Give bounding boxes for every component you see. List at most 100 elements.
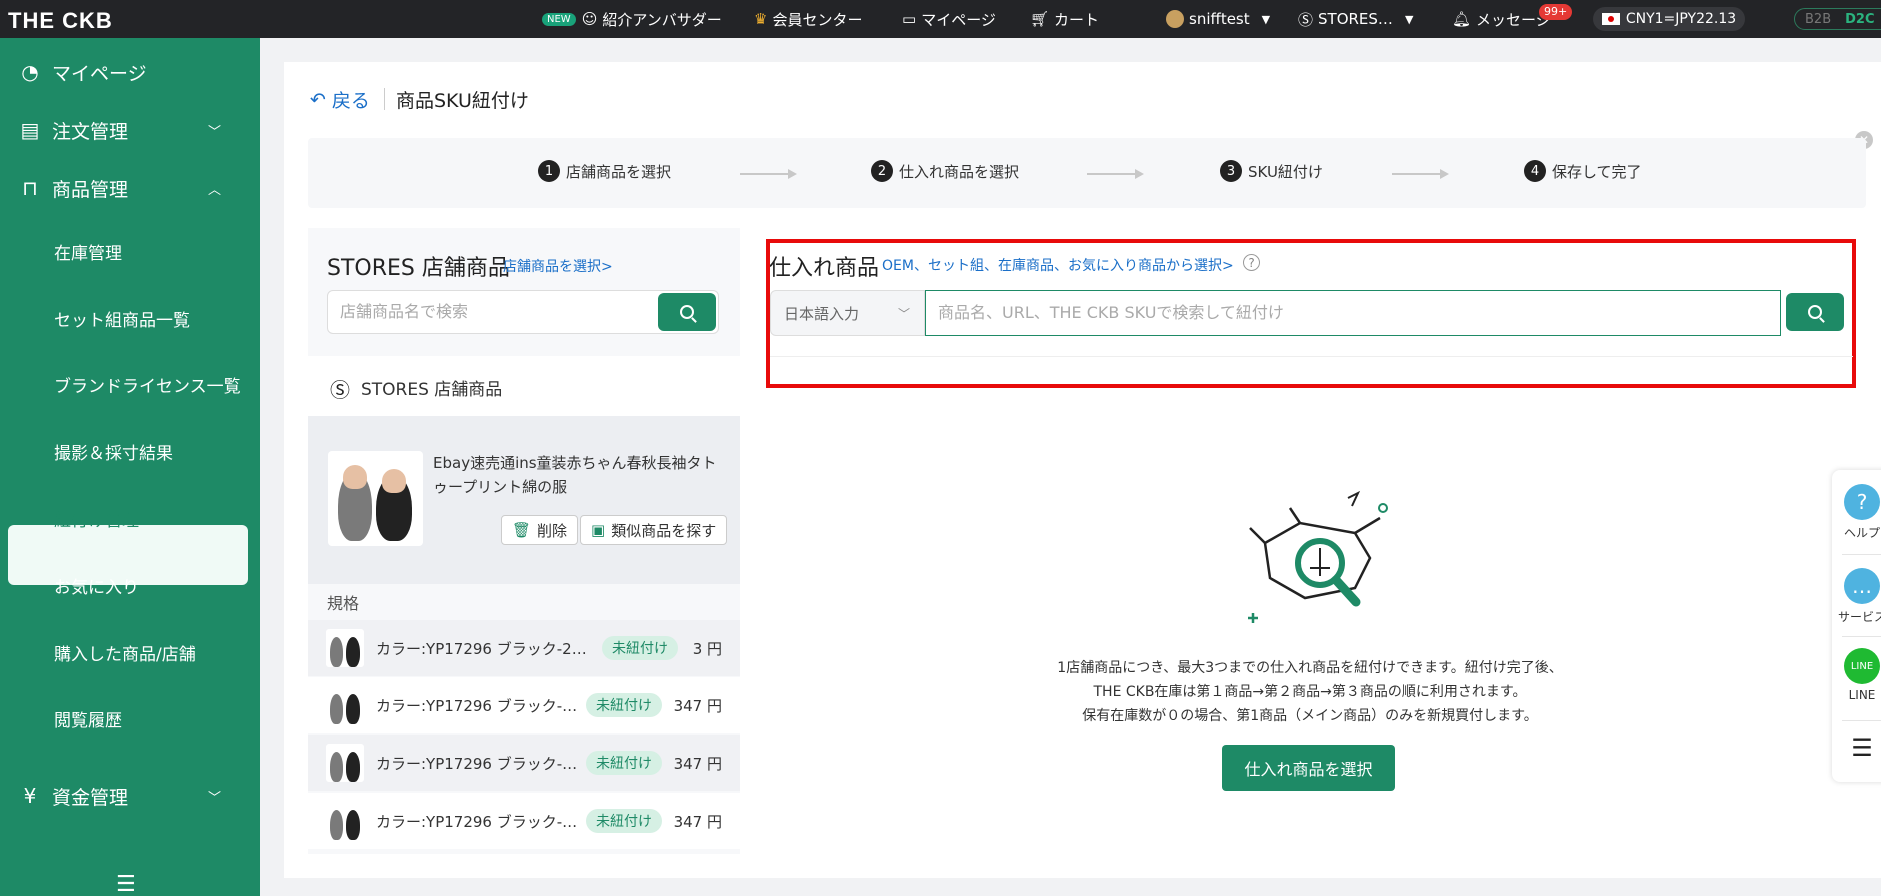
store-panel-title: STORES 店舗商品 bbox=[327, 256, 510, 281]
back-button[interactable]: ↶ 戻る bbox=[310, 86, 370, 113]
help-icon: ? bbox=[1844, 484, 1880, 520]
step-arrow-icon bbox=[1087, 169, 1144, 179]
delete-button[interactable]: 🗑︎ 削除 bbox=[501, 515, 579, 545]
member-center-link[interactable]: ♛ 会員センター bbox=[754, 0, 862, 38]
variant-thumbnail bbox=[326, 629, 364, 667]
ambassador-link[interactable]: NEW ☺ 紹介アンバサダー bbox=[542, 0, 722, 38]
cart-link[interactable]: 🛒︎ カート bbox=[1030, 0, 1099, 38]
divider bbox=[1842, 636, 1881, 637]
service-button[interactable]: … サービス bbox=[1832, 568, 1881, 625]
variant-price: 347 円 bbox=[673, 696, 722, 715]
delete-label: 削除 bbox=[537, 521, 568, 540]
bag-icon: ⊓ bbox=[22, 176, 38, 200]
mypage-label: マイページ bbox=[921, 10, 996, 29]
sidebar-item-label: マイページ bbox=[52, 62, 147, 85]
monitor-icon: ▭ bbox=[902, 10, 917, 28]
variant-text: カラー:YP17296 ブラック-22… bbox=[376, 696, 581, 715]
step-number: 2 bbox=[871, 160, 893, 182]
store-search-button[interactable] bbox=[658, 293, 716, 331]
variant-text: カラー:YP17296 ブラック-22… bbox=[376, 812, 581, 831]
find-similar-button[interactable]: ▣ 類似商品を探す bbox=[580, 515, 728, 545]
help-button[interactable]: ? ヘルプ bbox=[1832, 484, 1881, 541]
variant-row[interactable]: カラー:YP17296 ブラック-2215… 未紐付け 3 円 bbox=[308, 620, 740, 676]
member-center-label: 会員センター bbox=[772, 10, 863, 29]
user-menu[interactable]: snifftest ▼ bbox=[1166, 0, 1270, 38]
sidebar-sub-photo[interactable]: 撮影＆採寸結果 bbox=[54, 439, 173, 464]
japan-flag-icon bbox=[1601, 13, 1620, 25]
status-badge: 未紐付け bbox=[602, 636, 678, 660]
linking-note: 1店舗商品につき、最大3つまでの仕入れ商品を紐付けできます。紐付け完了後、 TH… bbox=[980, 656, 1640, 728]
sidebar-sub-favorites[interactable]: お気に入り bbox=[54, 573, 139, 598]
store-name: STORES… bbox=[1318, 10, 1393, 28]
store-menu[interactable]: Ⓢ STORES… ▼ bbox=[1298, 0, 1413, 38]
sidebar-sub-sets[interactable]: セット組商品一覧 bbox=[54, 306, 190, 331]
step-label: 店舗商品を選択 bbox=[566, 162, 672, 181]
sidebar-item-mypage[interactable]: ◔ マイページ bbox=[0, 56, 260, 88]
help-label: ヘルプ bbox=[1843, 526, 1880, 540]
status-badge: 未紐付け bbox=[586, 693, 662, 717]
variant-row[interactable]: カラー:YP17296 ブラック-22… 未紐付け 347 円 bbox=[308, 677, 740, 733]
divider bbox=[1842, 720, 1881, 721]
mypage-link[interactable]: ▭ マイページ bbox=[902, 0, 996, 38]
currency-rate[interactable]: CNY1=JPY22.13 bbox=[1593, 7, 1745, 31]
variant-row[interactable]: カラー:YP17296 ブラック-22… 未紐付け 347 円 bbox=[308, 735, 740, 791]
chevron-down-icon: ﹀ bbox=[208, 124, 222, 140]
new-badge: NEW bbox=[542, 12, 576, 26]
variant-price: 347 円 bbox=[673, 812, 722, 831]
status-badge: 未紐付け bbox=[586, 751, 662, 775]
highlight-box bbox=[766, 239, 1856, 388]
d2c-label[interactable]: D2C bbox=[1845, 12, 1874, 27]
chevron-down-icon: ﹀ bbox=[208, 790, 222, 806]
rate-label: CNY1=JPY22.13 bbox=[1625, 11, 1737, 27]
step-number: 4 bbox=[1524, 160, 1546, 182]
spec-label: 規格 bbox=[327, 594, 360, 613]
stores-header-row: Ⓢ STORES 店舗商品 bbox=[308, 356, 740, 416]
sidebar-item-products[interactable]: ⊓ 商品管理 ︿ bbox=[0, 172, 260, 204]
step-arrow-icon bbox=[740, 169, 797, 179]
variant-text: カラー:YP17296 ブラック-22… bbox=[376, 754, 581, 773]
select-store-product-link[interactable]: 店舗商品を選択> bbox=[503, 256, 613, 276]
logo[interactable]: THE CKB bbox=[8, 8, 113, 34]
b2b-label[interactable]: B2B bbox=[1805, 12, 1831, 27]
product-name: Ebay速売通ins童装赤ちゃん春秋長袖タトゥープリント綿の服 bbox=[433, 454, 717, 496]
sidebar-item-funds[interactable]: ¥ 資金管理 ﹀ bbox=[0, 780, 260, 812]
empty-box-illustration bbox=[1248, 490, 1388, 623]
sidebar-sub-history[interactable]: 閲覧履歴 bbox=[54, 706, 122, 731]
step-label: SKU紐付け bbox=[1248, 162, 1323, 181]
line-label: LINE bbox=[1848, 688, 1876, 702]
sidebar-item-label: 資金管理 bbox=[52, 786, 129, 809]
step-2: 2 仕入れ商品を選択 bbox=[871, 160, 1019, 182]
messages-link[interactable]: 🔔︎ メッセージ bbox=[1452, 0, 1551, 38]
indent-menu-icon[interactable]: ☰ bbox=[1832, 734, 1881, 762]
ambassador-label: 紹介アンバサダー bbox=[602, 10, 722, 29]
store-search-input[interactable] bbox=[340, 302, 640, 321]
variant-thumbnail bbox=[326, 744, 364, 782]
chat-icon: … bbox=[1844, 568, 1880, 604]
cart-icon: 🛒︎ bbox=[1030, 10, 1050, 28]
variant-price: 3 円 bbox=[692, 639, 722, 658]
chart-pie-icon: ◔ bbox=[21, 60, 39, 84]
order-icon: ▤ bbox=[20, 118, 40, 142]
undo-arrow-icon: ↶ bbox=[310, 88, 326, 111]
variant-thumbnail bbox=[326, 802, 364, 840]
sidebar-sub-brand-license[interactable]: ブランドライセンス一覧 bbox=[54, 372, 241, 397]
divider bbox=[1842, 554, 1881, 555]
sidebar-item-orders[interactable]: ▤ 注文管理 ﹀ bbox=[0, 114, 260, 146]
sidebar-sub-purchased[interactable]: 購入した商品/店舗 bbox=[54, 640, 196, 665]
mode-switch[interactable]: B2B D2C bbox=[1794, 8, 1881, 30]
sidebar: ◔ マイページ ▤ 注文管理 ﹀ ⊓ 商品管理 ︿ 在庫管理 セット組商品一覧 … bbox=[0, 38, 260, 896]
variant-row[interactable]: カラー:YP17296 ブラック-22… 未紐付け 347 円 bbox=[308, 793, 740, 849]
cart-label: カート bbox=[1054, 10, 1100, 29]
sidebar-sub-inventory[interactable]: 在庫管理 bbox=[54, 239, 122, 264]
floating-help-bar: ? ヘルプ … サービス LINE LINE ☰ bbox=[1832, 470, 1881, 782]
step-arrow-icon bbox=[1392, 169, 1449, 179]
collapse-menu-icon[interactable]: ☰ bbox=[116, 872, 136, 896]
note-line: 保有在庫数が０の場合、第1商品（メイン商品）のみを新規買付します。 bbox=[1082, 708, 1538, 724]
service-label: サービス bbox=[1837, 610, 1881, 624]
sidebar-sub-linking[interactable]: 紐付け管理 bbox=[54, 506, 139, 531]
sidebar-item-label: 商品管理 bbox=[52, 178, 129, 201]
select-purchase-product-button[interactable]: 仕入れ商品を選択 bbox=[1222, 745, 1395, 791]
line-button[interactable]: LINE LINE bbox=[1832, 648, 1881, 702]
page-title: 商品SKU紐付け bbox=[396, 90, 529, 112]
back-label: 戻る bbox=[331, 90, 370, 112]
